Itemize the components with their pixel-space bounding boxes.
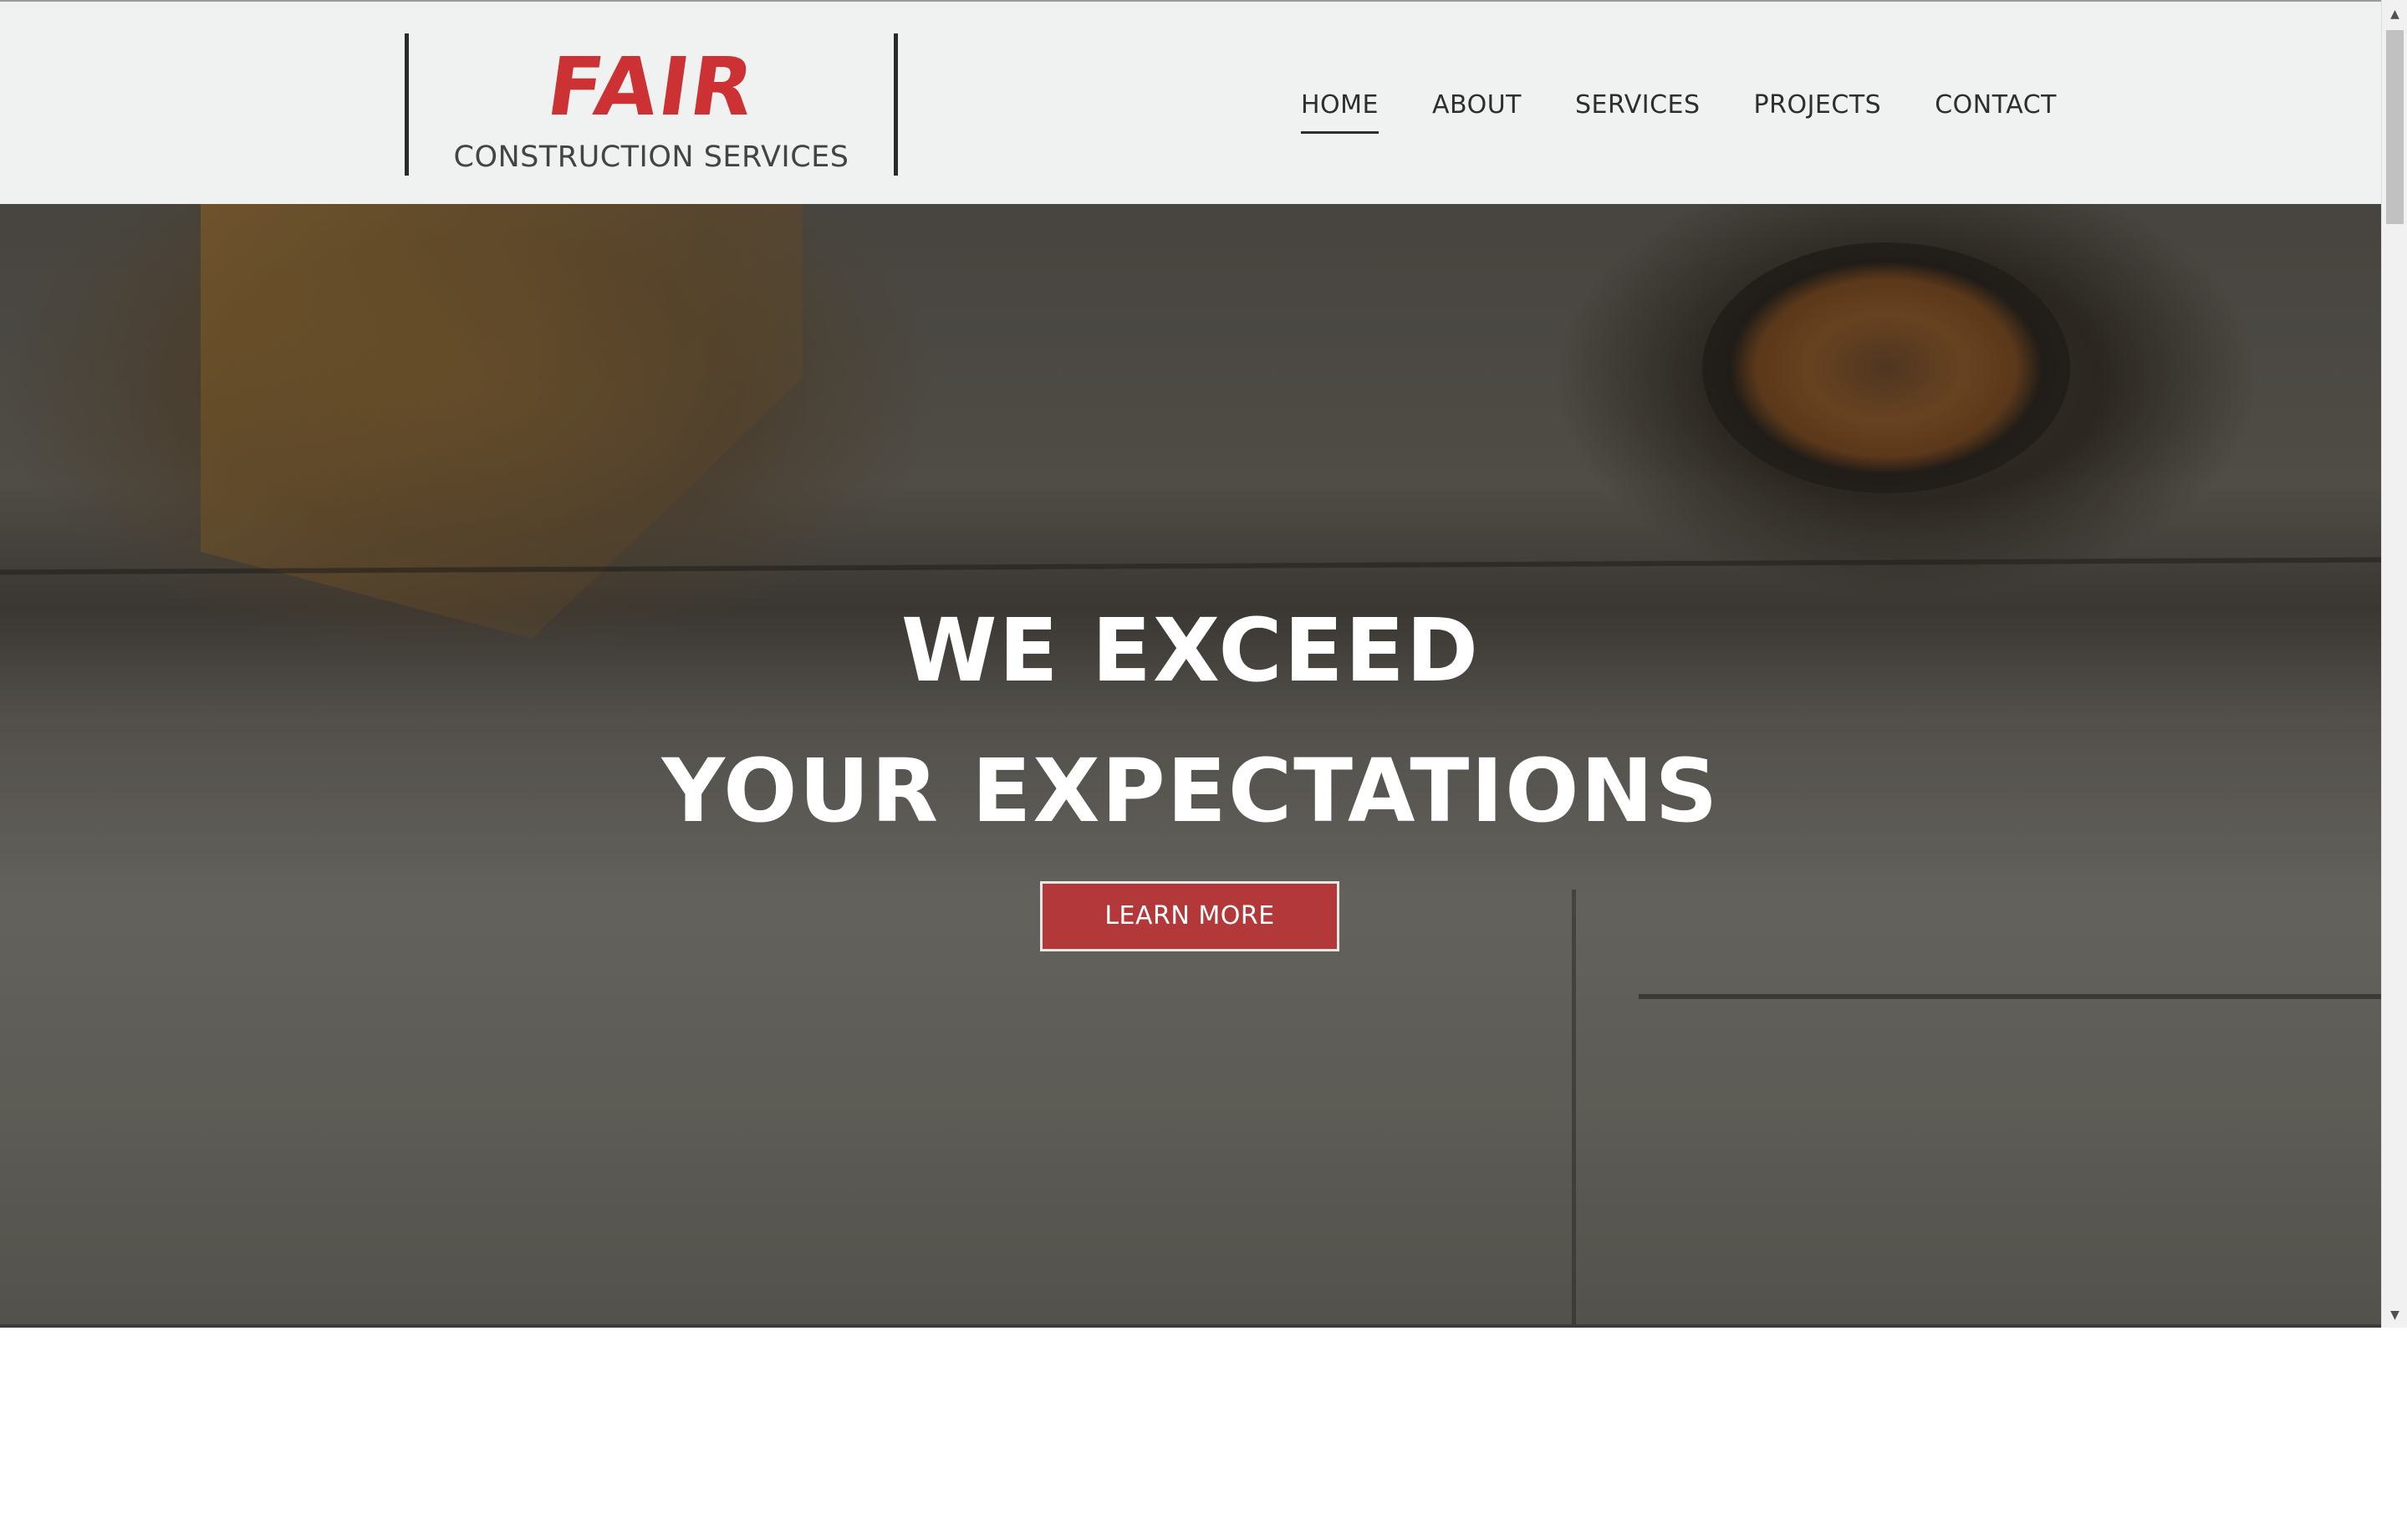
- page-scrollbar[interactable]: ▲ ▼: [2381, 0, 2407, 1328]
- nav-item-services[interactable]: SERVICES: [1575, 89, 1701, 134]
- hero-bottom-border: [0, 1324, 2381, 1328]
- learn-more-button[interactable]: LEARN MORE: [1040, 881, 1339, 951]
- hero-section: WE EXCEED YOUR EXPECTATIONS LEARN MORE: [0, 204, 2381, 1326]
- logo-wordmark: FAIR: [541, 40, 762, 134]
- hero-headline-line2: YOUR EXPECTATIONS: [661, 740, 1720, 842]
- nav-item-home[interactable]: HOME: [1301, 89, 1379, 134]
- main-nav: HOME ABOUT SERVICES PROJECTS CONTACT: [1301, 89, 2057, 134]
- nav-item-projects[interactable]: PROJECTS: [1754, 89, 1882, 134]
- scrollbar-thumb[interactable]: [2386, 30, 2404, 224]
- company-logo[interactable]: FAIR CONSTRUCTION SERVICES: [405, 33, 898, 176]
- site-header: FAIR CONSTRUCTION SERVICES HOME ABOUT SE…: [0, 0, 2381, 204]
- browser-viewport: FAIR CONSTRUCTION SERVICES HOME ABOUT SE…: [0, 0, 2407, 1328]
- hero-headline-line1: WE EXCEED: [900, 599, 1481, 701]
- nav-item-contact[interactable]: CONTACT: [1935, 89, 2057, 134]
- scroll-up-arrow-icon[interactable]: ▲: [2382, 2, 2407, 27]
- scroll-down-arrow-icon[interactable]: ▼: [2382, 1303, 2407, 1328]
- logo-right-bar: [894, 33, 898, 176]
- nav-item-about[interactable]: ABOUT: [1432, 89, 1522, 134]
- logo-tagline: CONSTRUCTION SERVICES: [453, 140, 849, 174]
